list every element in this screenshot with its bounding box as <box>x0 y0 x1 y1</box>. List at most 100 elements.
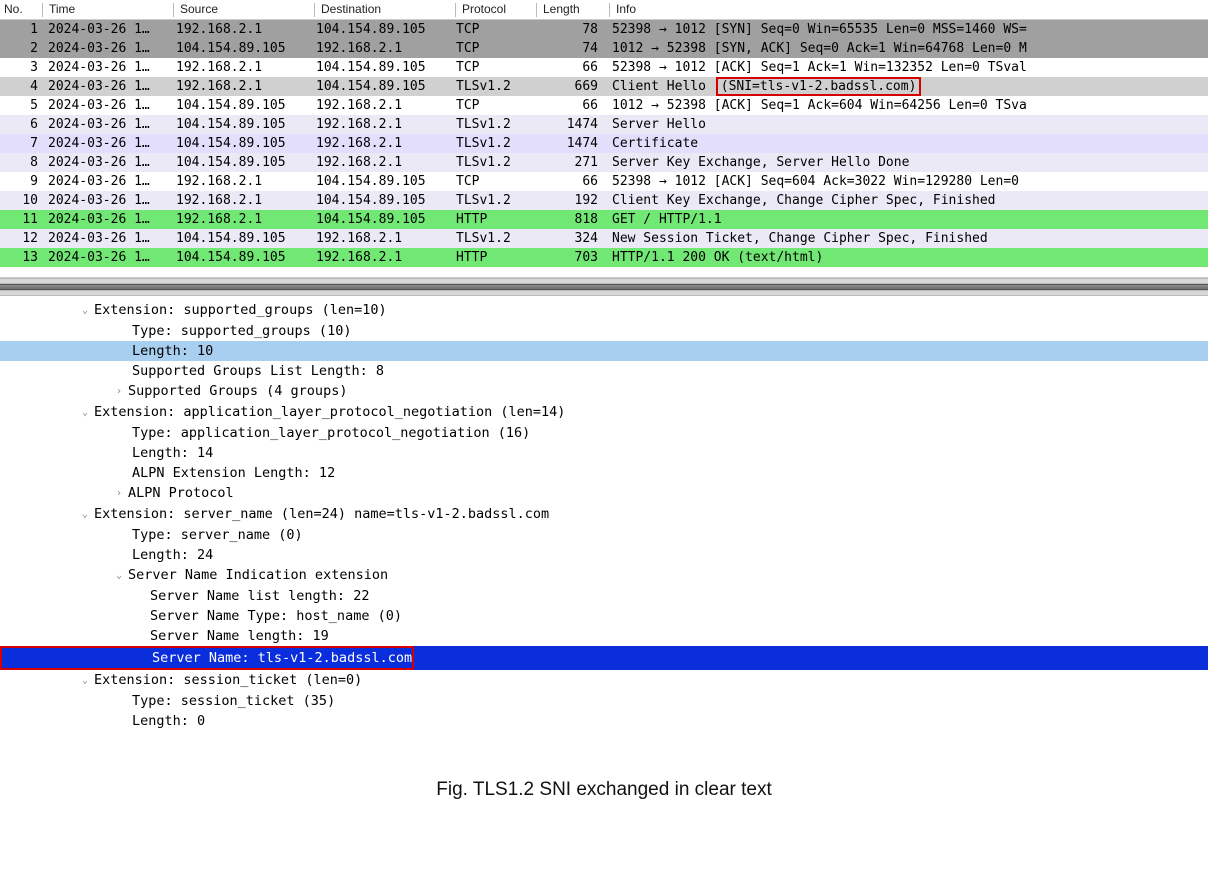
cell-no: 10 <box>0 191 42 210</box>
cell-destination: 192.168.2.1 <box>312 134 452 153</box>
col-header-source[interactable]: Source <box>174 2 314 17</box>
tree-item[interactable]: Length: 24 <box>0 545 1208 565</box>
cell-no: 7 <box>0 134 42 153</box>
cell-source: 104.154.89.105 <box>172 96 312 115</box>
cell-no: 13 <box>0 248 42 267</box>
tree-item[interactable]: ⌄Server Name Indication extension <box>0 565 1208 586</box>
cell-protocol: TCP <box>452 39 532 58</box>
cell-protocol: TCP <box>452 172 532 191</box>
cell-no: 5 <box>0 96 42 115</box>
cell-destination: 104.154.89.105 <box>312 58 452 77</box>
tree-item[interactable]: ⌄Extension: server_name (len=24) name=tl… <box>0 504 1208 525</box>
packet-row[interactable]: 132024-03-26 1…104.154.89.105192.168.2.1… <box>0 248 1208 267</box>
tree-item[interactable]: Length: 0 <box>0 711 1208 731</box>
tree-item[interactable]: ›Supported Groups (4 groups) <box>0 381 1208 402</box>
cell-protocol: TCP <box>452 96 532 115</box>
cell-length: 74 <box>532 39 604 58</box>
cell-source: 192.168.2.1 <box>172 210 312 229</box>
cell-time: 2024-03-26 1… <box>42 39 172 58</box>
tree-item[interactable]: Type: application_layer_protocol_negotia… <box>0 423 1208 443</box>
tree-item[interactable]: ›ALPN Protocol <box>0 483 1208 504</box>
tree-item[interactable]: Type: supported_groups (10) <box>0 321 1208 341</box>
cell-no: 4 <box>0 77 42 96</box>
cell-length: 192 <box>532 191 604 210</box>
tree-item-highlighted[interactable]: Length: 10 <box>0 341 1208 361</box>
cell-length: 66 <box>532 172 604 191</box>
col-header-no[interactable]: No. <box>0 2 42 17</box>
tree-item[interactable]: Length: 14 <box>0 443 1208 463</box>
cell-length: 1474 <box>532 115 604 134</box>
packet-rows: 12024-03-26 1…192.168.2.1104.154.89.105T… <box>0 20 1208 267</box>
cell-source: 192.168.2.1 <box>172 20 312 39</box>
tree-item-selected[interactable]: Server Name: tls-v1-2.badssl.com <box>0 646 1208 670</box>
col-header-length[interactable]: Length <box>537 2 609 17</box>
packet-list-pane: No. Time Source Destination Protocol Len… <box>0 0 1208 278</box>
chevron-down-icon[interactable]: ⌄ <box>82 403 94 423</box>
packet-row[interactable]: 112024-03-26 1…192.168.2.1104.154.89.105… <box>0 210 1208 229</box>
cell-destination: 192.168.2.1 <box>312 115 452 134</box>
cell-destination: 192.168.2.1 <box>312 96 452 115</box>
col-header-protocol[interactable]: Protocol <box>456 2 536 17</box>
tree-item[interactable]: ⌄Extension: supported_groups (len=10) <box>0 300 1208 321</box>
cell-no: 9 <box>0 172 42 191</box>
chevron-down-icon[interactable]: ⌄ <box>82 671 94 691</box>
tree-item[interactable]: ⌄Extension: application_layer_protocol_n… <box>0 402 1208 423</box>
cell-time: 2024-03-26 1… <box>42 191 172 210</box>
cell-source: 192.168.2.1 <box>172 77 312 96</box>
col-header-info[interactable]: Info <box>610 2 1208 17</box>
packet-row[interactable]: 62024-03-26 1…104.154.89.105192.168.2.1T… <box>0 115 1208 134</box>
packet-row[interactable]: 122024-03-26 1…104.154.89.105192.168.2.1… <box>0 229 1208 248</box>
tree-item[interactable]: Server Name list length: 22 <box>0 586 1208 606</box>
cell-protocol: TCP <box>452 58 532 77</box>
chevron-down-icon[interactable]: ⌄ <box>116 566 128 586</box>
cell-info: GET / HTTP/1.1 <box>604 210 1208 229</box>
cell-length: 703 <box>532 248 604 267</box>
tree-item[interactable]: Server Name Type: host_name (0) <box>0 606 1208 626</box>
packet-row[interactable]: 32024-03-26 1…192.168.2.1104.154.89.105T… <box>0 58 1208 77</box>
cell-protocol: HTTP <box>452 210 532 229</box>
packet-row[interactable]: 22024-03-26 1…104.154.89.105192.168.2.1T… <box>0 39 1208 58</box>
col-header-time[interactable]: Time <box>43 2 173 17</box>
cell-info: 52398 → 1012 [ACK] Seq=604 Ack=3022 Win=… <box>604 172 1208 191</box>
packet-row[interactable]: 102024-03-26 1…192.168.2.1104.154.89.105… <box>0 191 1208 210</box>
cell-length: 818 <box>532 210 604 229</box>
packet-row[interactable]: 72024-03-26 1…104.154.89.105192.168.2.1T… <box>0 134 1208 153</box>
cell-destination: 192.168.2.1 <box>312 248 452 267</box>
cell-protocol: TCP <box>452 20 532 39</box>
tree-item[interactable]: ⌄Extension: session_ticket (len=0) <box>0 670 1208 691</box>
cell-protocol: TLSv1.2 <box>452 115 532 134</box>
cell-info: Server Hello <box>604 115 1208 134</box>
cell-time: 2024-03-26 1… <box>42 96 172 115</box>
packet-row[interactable]: 42024-03-26 1…192.168.2.1104.154.89.105T… <box>0 77 1208 96</box>
tree-item[interactable]: ALPN Extension Length: 12 <box>0 463 1208 483</box>
cell-time: 2024-03-26 1… <box>42 77 172 96</box>
chevron-right-icon[interactable]: › <box>116 382 128 402</box>
cell-destination: 104.154.89.105 <box>312 172 452 191</box>
tree-item[interactable]: Supported Groups List Length: 8 <box>0 361 1208 381</box>
cell-info: New Session Ticket, Change Cipher Spec, … <box>604 229 1208 248</box>
chevron-down-icon[interactable]: ⌄ <box>82 505 94 525</box>
cell-source: 192.168.2.1 <box>172 172 312 191</box>
cell-info: 1012 → 52398 [ACK] Seq=1 Ack=604 Win=642… <box>604 96 1208 115</box>
cell-source: 104.154.89.105 <box>172 134 312 153</box>
packet-row[interactable]: 12024-03-26 1…192.168.2.1104.154.89.105T… <box>0 20 1208 39</box>
cell-protocol: TLSv1.2 <box>452 191 532 210</box>
tree-item[interactable]: Type: session_ticket (35) <box>0 691 1208 711</box>
chevron-right-icon[interactable]: › <box>116 484 128 504</box>
cell-no: 3 <box>0 58 42 77</box>
cell-no: 8 <box>0 153 42 172</box>
cell-length: 78 <box>532 20 604 39</box>
cell-info: 52398 → 1012 [SYN] Seq=0 Win=65535 Len=0… <box>604 20 1208 39</box>
cell-destination: 104.154.89.105 <box>312 20 452 39</box>
cell-length: 669 <box>532 77 604 96</box>
chevron-down-icon[interactable]: ⌄ <box>82 301 94 321</box>
col-header-destination[interactable]: Destination <box>315 2 455 17</box>
cell-source: 104.154.89.105 <box>172 248 312 267</box>
tree-item[interactable]: Server Name length: 19 <box>0 626 1208 646</box>
cell-source: 104.154.89.105 <box>172 39 312 58</box>
cell-destination: 192.168.2.1 <box>312 39 452 58</box>
packet-row[interactable]: 82024-03-26 1…104.154.89.105192.168.2.1T… <box>0 153 1208 172</box>
packet-row[interactable]: 92024-03-26 1…192.168.2.1104.154.89.105T… <box>0 172 1208 191</box>
tree-item[interactable]: Type: server_name (0) <box>0 525 1208 545</box>
packet-row[interactable]: 52024-03-26 1…104.154.89.105192.168.2.1T… <box>0 96 1208 115</box>
